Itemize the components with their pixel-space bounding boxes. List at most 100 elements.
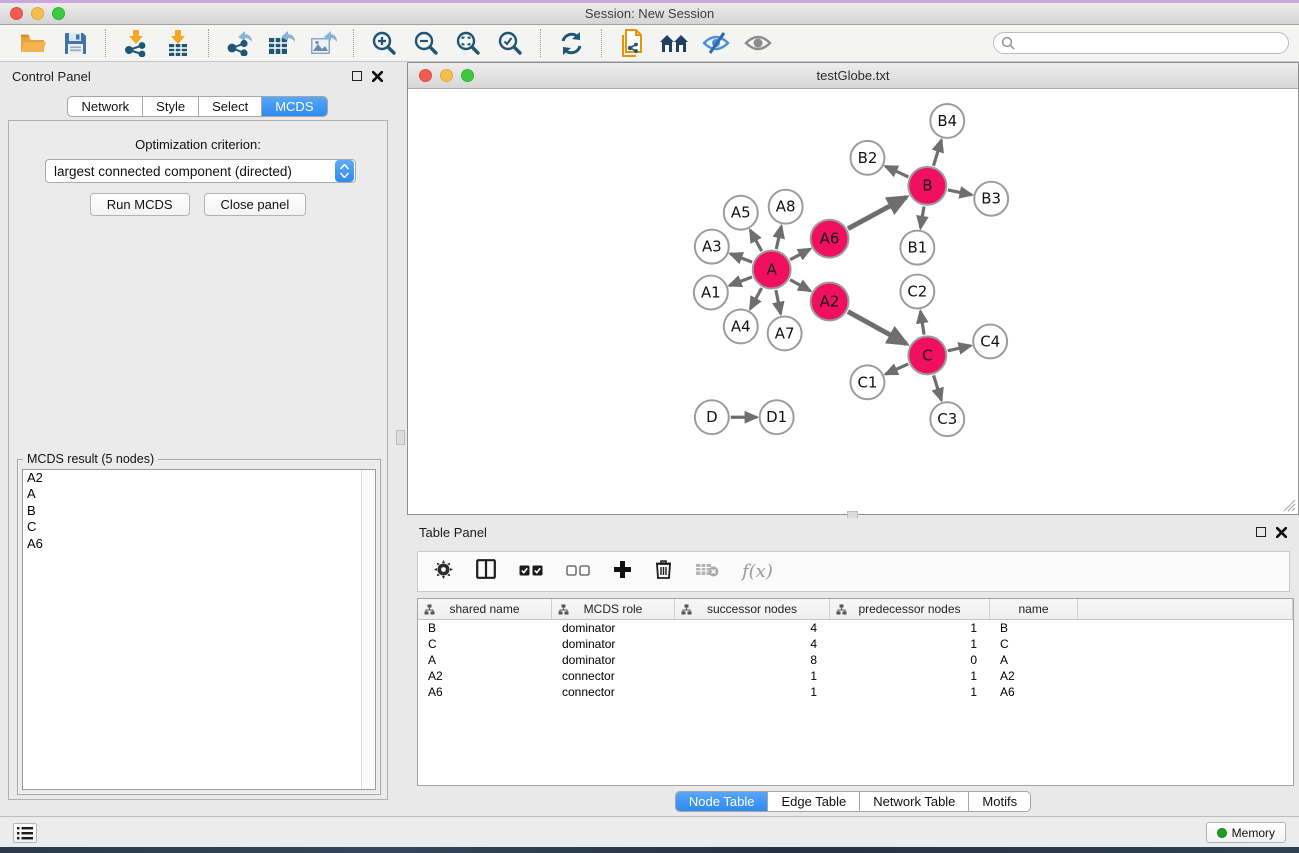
graph-edge-A6-B[interactable] — [848, 197, 906, 229]
table-settings-button[interactable] — [434, 560, 453, 584]
function-builder-button[interactable]: f(x) — [742, 561, 773, 582]
add-column-button[interactable] — [613, 560, 632, 584]
minimize-window-button[interactable] — [31, 7, 44, 20]
table-cell[interactable]: B — [418, 620, 552, 636]
table-cell[interactable]: 0 — [830, 652, 990, 668]
result-list-item[interactable]: A2 — [23, 470, 375, 486]
tab-node-table[interactable]: Node Table — [676, 792, 768, 811]
graph-node-D[interactable]: D — [695, 400, 729, 434]
close-window-button[interactable] — [10, 7, 23, 20]
graph-edge-A-A4[interactable] — [750, 288, 761, 309]
divider-handle[interactable] — [396, 430, 405, 445]
graph-node-B4[interactable]: B4 — [930, 104, 964, 138]
result-list-item[interactable]: A — [23, 486, 375, 502]
zoom-fit-button[interactable] — [451, 26, 485, 60]
search-input[interactable] — [1016, 34, 1288, 52]
table-cell[interactable]: 8 — [675, 652, 830, 668]
graph-edge-B-B2[interactable] — [886, 166, 909, 177]
result-scrollbar[interactable] — [361, 470, 375, 789]
graph-node-B1[interactable]: B1 — [900, 231, 934, 265]
table-cell[interactable]: 1 — [830, 636, 990, 652]
network-window-titlebar[interactable]: testGlobe.txt — [408, 63, 1298, 89]
graph-node-C4[interactable]: C4 — [973, 324, 1007, 358]
table-cell[interactable]: B — [990, 620, 1078, 636]
float-panel-icon[interactable] — [352, 71, 362, 81]
close-panel-icon[interactable] — [1276, 527, 1287, 538]
network-canvas[interactable]: B4B2BB3A8A5A6A3B1AA1C2A2A4A7C4CC1C3DD1 — [409, 90, 1297, 513]
zoom-window-button[interactable] — [52, 7, 65, 20]
close-panel-button[interactable]: Close panel — [204, 193, 307, 216]
graph-edge-C-C1[interactable] — [886, 364, 909, 374]
column-header-predecessor-nodes[interactable]: predecessor nodes — [830, 599, 990, 619]
refresh-button[interactable] — [554, 26, 588, 60]
tab-select[interactable]: Select — [198, 97, 261, 116]
table-cell[interactable]: connector — [552, 668, 675, 684]
graph-node-B3[interactable]: B3 — [974, 182, 1008, 216]
column-header-successor-nodes[interactable]: successor nodes — [675, 599, 830, 619]
optimization-criterion-select[interactable]: largest connected component (directed) — [45, 159, 356, 183]
table-cell[interactable]: A — [990, 652, 1078, 668]
zoom-selected-button[interactable] — [493, 26, 527, 60]
tab-style[interactable]: Style — [142, 97, 198, 116]
graph-edge-A-A3[interactable] — [730, 254, 752, 262]
graph-node-B2[interactable]: B2 — [851, 141, 885, 175]
tab-motifs[interactable]: Motifs — [968, 792, 1030, 811]
graph-node-C1[interactable]: C1 — [851, 365, 885, 399]
minimize-window-button[interactable] — [440, 69, 453, 82]
table-cell[interactable]: connector — [552, 684, 675, 700]
result-list-item[interactable]: C — [23, 519, 375, 535]
close-panel-icon[interactable] — [372, 71, 383, 82]
graph-node-A1[interactable]: A1 — [694, 276, 728, 310]
zoom-window-button[interactable] — [461, 69, 474, 82]
table-row[interactable]: Adominator80A — [418, 652, 1293, 668]
network-graph[interactable]: B4B2BB3A8A5A6A3B1AA1C2A2A4A7C4CC1C3DD1 — [409, 90, 1297, 513]
table-cell[interactable]: A — [418, 652, 552, 668]
table-cell[interactable]: A6 — [418, 684, 552, 700]
table-cell[interactable]: 1 — [830, 684, 990, 700]
graph-node-A5[interactable]: A5 — [724, 196, 758, 230]
column-header-name[interactable]: name — [990, 599, 1078, 619]
table-cell[interactable]: dominator — [552, 652, 675, 668]
column-header-shared-name[interactable]: shared name — [418, 599, 552, 619]
show-graphics-details-button[interactable] — [741, 26, 775, 60]
graph-edge-C-C4[interactable] — [948, 346, 971, 351]
export-table-button[interactable] — [264, 26, 298, 60]
table-cell[interactable]: 4 — [675, 636, 830, 652]
graph-edge-C-C3[interactable] — [934, 375, 942, 400]
memory-button[interactable]: Memory — [1206, 822, 1286, 843]
import-network-button[interactable] — [119, 26, 153, 60]
graph-edge-A-A5[interactable] — [750, 230, 761, 251]
new-network-from-selection-button[interactable] — [615, 26, 649, 60]
task-history-button[interactable] — [13, 823, 37, 843]
import-table-button[interactable] — [161, 26, 195, 60]
graph-node-C3[interactable]: C3 — [930, 402, 964, 436]
run-mcds-button[interactable]: Run MCDS — [90, 193, 190, 216]
select-all-button[interactable] — [519, 563, 543, 581]
graph-edge-A-A6[interactable] — [790, 249, 810, 260]
graph-node-A4[interactable]: A4 — [724, 309, 758, 343]
graph-edge-B-B3[interactable] — [948, 190, 972, 195]
graph-edge-A-A1[interactable] — [730, 277, 753, 286]
tab-network-table[interactable]: Network Table — [859, 792, 968, 811]
result-list-item[interactable]: B — [23, 503, 375, 519]
graph-edge-A-A2[interactable] — [790, 280, 810, 291]
table-row[interactable]: Bdominator41B — [418, 620, 1293, 636]
mcds-result-list[interactable]: A2ABCA6 — [22, 469, 376, 790]
export-network-button[interactable] — [222, 26, 256, 60]
zoom-in-button[interactable] — [367, 26, 401, 60]
graph-edge-A-A8[interactable] — [776, 226, 781, 249]
table-row[interactable]: A6connector11A6 — [418, 684, 1293, 700]
table-cell[interactable]: A2 — [418, 668, 552, 684]
app-titlebar[interactable]: Session: New Session — [0, 3, 1299, 25]
table-cell[interactable]: A6 — [990, 684, 1078, 700]
table-cell[interactable]: A2 — [990, 668, 1078, 684]
graph-node-A2[interactable]: A2 — [811, 283, 849, 321]
column-header-mcds-role[interactable]: MCDS role — [552, 599, 675, 619]
close-window-button[interactable] — [419, 69, 432, 82]
delete-column-button[interactable] — [655, 559, 672, 584]
graph-node-B[interactable]: B — [908, 167, 946, 205]
table-row[interactable]: A2connector11A2 — [418, 668, 1293, 684]
table-cell[interactable]: 1 — [675, 668, 830, 684]
graph-node-A[interactable]: A — [753, 251, 791, 289]
table-cell[interactable]: 1 — [830, 668, 990, 684]
